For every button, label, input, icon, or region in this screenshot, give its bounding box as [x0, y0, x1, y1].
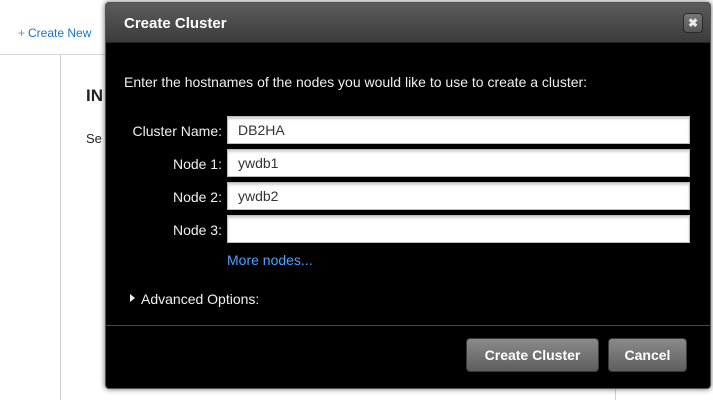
- cluster-name-label: Cluster Name:: [132, 123, 222, 139]
- node-2-row: Node 2:: [106, 182, 710, 212]
- triangle-right-icon: [130, 294, 135, 302]
- node-1-row: Node 1:: [106, 149, 710, 179]
- close-icon[interactable]: ✖: [683, 13, 703, 33]
- cluster-name-input[interactable]: [227, 116, 690, 144]
- cluster-name-row: Cluster Name:: [106, 116, 710, 146]
- node-3-label: Node 3:: [172, 222, 222, 238]
- dialog-header: Create Cluster ✖: [106, 3, 710, 43]
- advanced-options-label: Advanced Options:: [141, 291, 260, 307]
- page-heading: IN: [86, 86, 103, 105]
- create-new-link[interactable]: + Create New: [18, 26, 91, 40]
- dialog-footer-divider: [106, 325, 710, 326]
- page-text: Se: [86, 131, 102, 146]
- node-1-input[interactable]: [227, 149, 690, 177]
- node-3-input[interactable]: [227, 215, 690, 243]
- node-3-row: Node 3:: [106, 215, 710, 245]
- node-1-label: Node 1:: [172, 156, 222, 172]
- node-2-input[interactable]: [227, 182, 690, 210]
- more-nodes-link[interactable]: More nodes...: [227, 252, 313, 268]
- create-new-label: Create New: [28, 26, 92, 40]
- node-2-label: Node 2:: [172, 189, 222, 205]
- create-cluster-dialog: Create Cluster ✖ Enter the hostnames of …: [105, 2, 711, 389]
- plus-icon: +: [18, 26, 26, 40]
- dialog-title: Create Cluster: [124, 15, 227, 32]
- advanced-options-toggle[interactable]: Advanced Options:: [130, 291, 259, 307]
- create-cluster-button[interactable]: Create Cluster: [466, 338, 599, 372]
- dialog-instructions: Enter the hostnames of the nodes you wou…: [124, 74, 588, 90]
- cancel-button[interactable]: Cancel: [608, 338, 687, 372]
